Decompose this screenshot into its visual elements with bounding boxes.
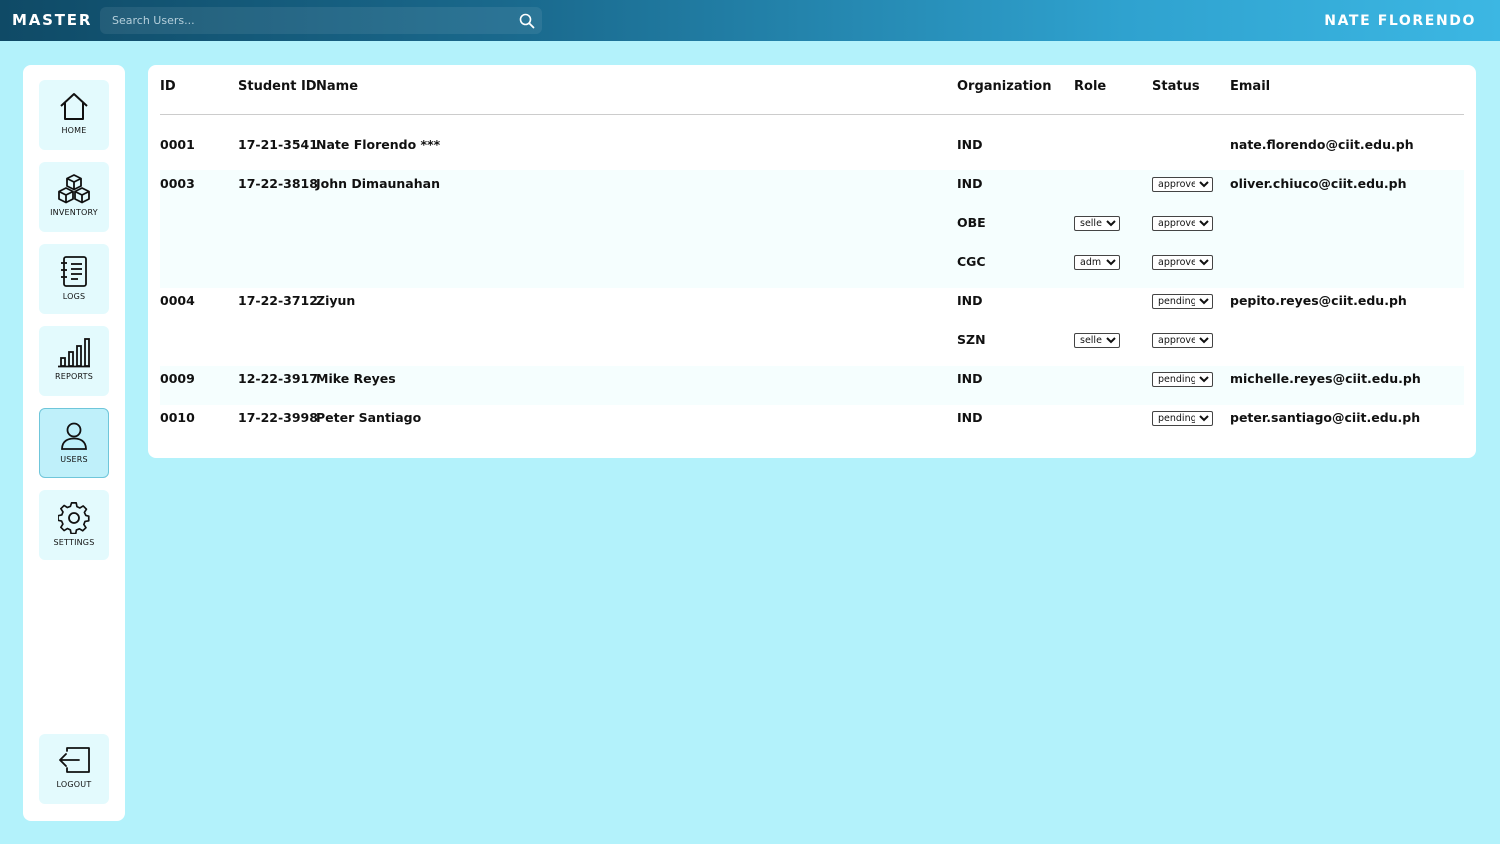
column-header-role[interactable]: Role [1074, 79, 1106, 94]
bar-chart-icon [58, 338, 90, 368]
cell-id: 0004 [160, 293, 195, 308]
user-icon [61, 422, 87, 450]
sidebar-item-logout[interactable]: LOGOUT [39, 734, 109, 804]
cell-organization: CGC [957, 254, 986, 269]
cell-name: John Dimaunahan [316, 176, 440, 191]
cell-email: nate.florendo@ciit.edu.ph [1230, 137, 1414, 152]
sidebar-item-logs[interactable]: LOGS [39, 244, 109, 314]
top-bar: MASTER NATE FLORENDO [0, 0, 1500, 41]
role-select[interactable]: seller [1074, 216, 1120, 231]
cell-organization: SZN [957, 332, 986, 347]
sidebar-item-label: USERS [60, 455, 88, 464]
sidebar-item-label: REPORTS [54, 372, 94, 381]
status-select[interactable]: pending [1152, 372, 1213, 387]
cell-student-id: 17-22-3818 [238, 176, 318, 191]
sidebar: HOME INVENTORY LOGS REPORTS USERS SETTIN… [23, 65, 125, 821]
cell-name: Nate Florendo *** [316, 137, 441, 152]
column-header-organization[interactable]: Organization [957, 79, 1051, 94]
sidebar-item-label: INVENTORY [50, 208, 98, 217]
column-header-email[interactable]: Email [1230, 79, 1270, 94]
cell-organization: IND [957, 176, 983, 191]
sidebar-item-reports[interactable]: REPORTS [39, 326, 109, 396]
column-header-student-id[interactable]: Student ID [238, 79, 317, 94]
cell-email: oliver.chiuco@ciit.edu.ph [1230, 176, 1407, 191]
header-divider [160, 114, 1464, 115]
status-select[interactable]: approved [1152, 333, 1213, 348]
search-icon[interactable] [512, 7, 542, 34]
users-table: ID Student ID Name Organization Role Sta… [148, 65, 1476, 458]
status-select[interactable]: approved [1152, 177, 1213, 192]
cell-name: Peter Santiago [316, 410, 422, 425]
cell-name: Mike Reyes [316, 371, 396, 386]
cell-student-id: 17-22-3712 [238, 293, 318, 308]
current-user-name[interactable]: NATE FLORENDO [1324, 13, 1476, 29]
sidebar-item-label: LOGS [62, 292, 86, 301]
cell-student-id: 17-22-3998 [238, 410, 318, 425]
gear-icon [58, 502, 90, 534]
sidebar-item-users[interactable]: USERS [39, 408, 109, 478]
cell-email: pepito.reyes@ciit.edu.ph [1230, 293, 1407, 308]
cell-organization: IND [957, 293, 983, 308]
sidebar-item-settings[interactable]: SETTINGS [39, 490, 109, 560]
boxes-icon [58, 174, 90, 204]
column-header-status[interactable]: Status [1152, 79, 1200, 94]
cell-organization: OBE [957, 215, 986, 230]
logout-icon [59, 747, 90, 773]
notebook-icon [61, 256, 87, 287]
sidebar-item-label: HOME [61, 126, 87, 135]
cell-student-id: 17-21-3541 [238, 137, 318, 152]
role-select[interactable]: seller [1074, 333, 1120, 348]
cell-id: 0003 [160, 176, 195, 191]
cell-organization: IND [957, 410, 983, 425]
status-select[interactable]: approved [1152, 216, 1213, 231]
sidebar-item-label: LOGOUT [56, 780, 92, 789]
cell-id: 0010 [160, 410, 195, 425]
cell-student-id: 12-22-3917 [238, 371, 318, 386]
cell-email: peter.santiago@ciit.edu.ph [1230, 410, 1421, 425]
column-header-id[interactable]: ID [160, 79, 176, 94]
cell-name: Ziyun [316, 293, 356, 308]
home-icon [60, 93, 88, 120]
sidebar-item-home[interactable]: HOME [39, 80, 109, 150]
sidebar-item-label: SETTINGS [53, 538, 95, 547]
brand-logo: MASTER [12, 11, 93, 29]
cell-id: 0001 [160, 137, 195, 152]
search-input[interactable] [100, 7, 512, 34]
cell-id: 0009 [160, 371, 195, 386]
column-header-name[interactable]: Name [316, 79, 358, 94]
sidebar-item-inventory[interactable]: INVENTORY [39, 162, 109, 232]
status-select[interactable]: pending [1152, 411, 1213, 426]
cell-email: michelle.reyes@ciit.edu.ph [1230, 371, 1421, 386]
status-select[interactable]: pending [1152, 294, 1213, 309]
cell-organization: IND [957, 371, 983, 386]
role-select[interactable]: admin [1074, 255, 1120, 270]
search-bar [100, 7, 542, 34]
cell-organization: IND [957, 137, 983, 152]
status-select[interactable]: approved [1152, 255, 1213, 270]
